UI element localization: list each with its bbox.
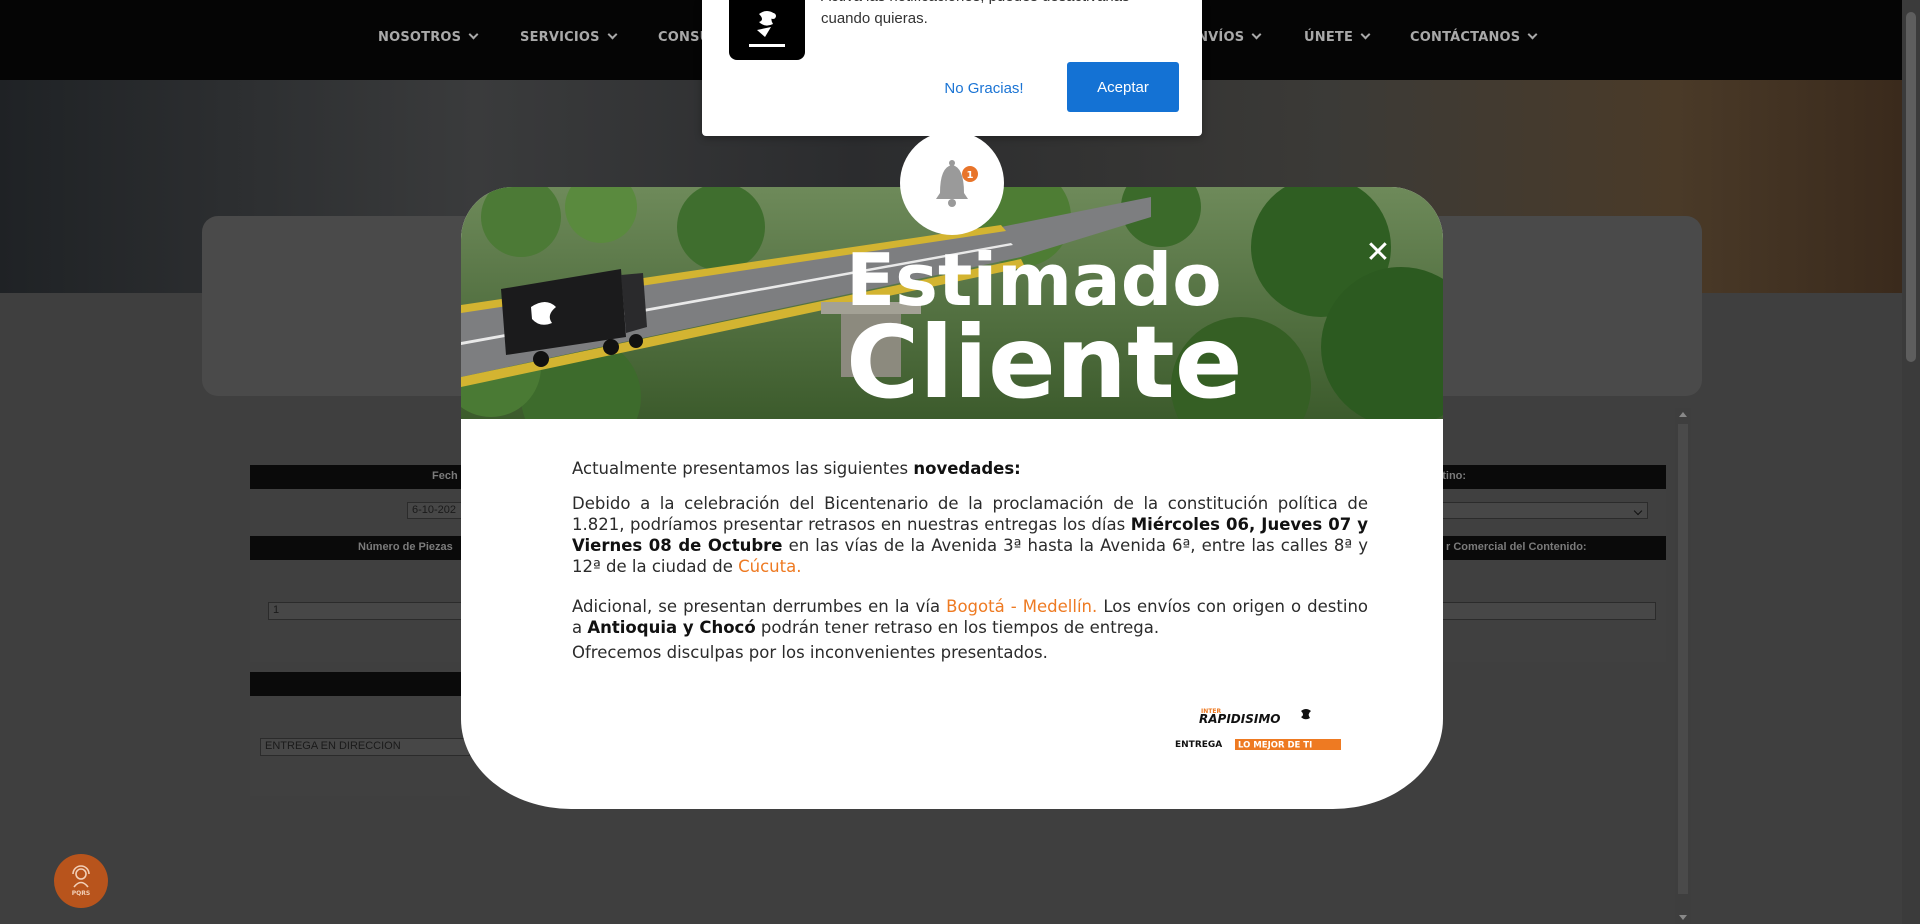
- brand-name: RAPIDISIMO: [1199, 712, 1280, 726]
- destination-select[interactable]: [1420, 502, 1648, 519]
- declared-value-input[interactable]: [1430, 602, 1656, 620]
- intro-text: Actualmente presentamos las siguientes: [572, 459, 909, 478]
- pieces-header: Número de Piezas: [358, 541, 453, 553]
- nav-item-servicios[interactable]: SERVICIOS: [520, 29, 618, 45]
- nav-item-unete[interactable]: ÚNETE: [1304, 29, 1371, 45]
- landslide-paragraph: Adicional, se presentan derrumbes en la …: [572, 596, 1368, 638]
- announcement-modal: Estimado Cliente ✕ Actualmente presentam…: [461, 187, 1443, 809]
- bell-icon: 1: [936, 160, 978, 207]
- chevron-down-icon: [1527, 29, 1538, 40]
- page-scrollbar[interactable]: [1902, 0, 1920, 924]
- page-scroll-thumb[interactable]: [1906, 12, 1916, 362]
- landslide-text: Adicional, se presentan derrumbes en la …: [572, 597, 941, 616]
- accept-notifications-button[interactable]: Aceptar: [1067, 62, 1179, 112]
- intro-bold: novedades:: [913, 459, 1021, 478]
- closure-city: Cúcuta.: [738, 557, 802, 576]
- shipment-date-input[interactable]: 6-10-202: [407, 502, 467, 519]
- pieces-input[interactable]: 1: [268, 602, 468, 620]
- slogan-highlight: LO MEJOR DE TI: [1238, 741, 1312, 751]
- notification-message: Activa las notificaciones, puedes desact…: [821, 0, 1130, 27]
- chevron-down-icon: [1251, 29, 1262, 40]
- apology-paragraph: Ofrecemos disculpas por los inconvenient…: [572, 643, 1048, 662]
- pqrs-label: PQRS: [71, 890, 91, 897]
- nav-label: CONTÁCTANOS: [1410, 30, 1521, 45]
- chevron-down-icon: [1360, 29, 1371, 40]
- pqrs-button[interactable]: PQRS: [54, 854, 108, 908]
- badge-count: 1: [967, 170, 974, 181]
- landslide-text-3: podrán tener retraso en los tiempos de e…: [760, 618, 1160, 637]
- intro-paragraph: Actualmente presentamos las siguientes n…: [572, 458, 1368, 479]
- form-header-row-3: [250, 672, 470, 696]
- nav-label: ÚNETE: [1304, 30, 1354, 45]
- push-notification-prompt: Activa las notificaciones, puedes desact…: [702, 0, 1202, 136]
- slogan-text: ENTREGA: [1175, 740, 1222, 750]
- notification-bell-button[interactable]: 1: [900, 131, 1004, 235]
- content-scroll-thumb[interactable]: [1678, 424, 1688, 894]
- nav-item-contactanos[interactable]: CONTÁCTANOS: [1410, 29, 1538, 45]
- closure-notice-paragraph: Debido a la celebración del Bicentenario…: [572, 493, 1368, 577]
- delivery-type-select[interactable]: ENTREGA EN DIRECCION: [260, 738, 470, 756]
- rapidisimo-logo: [729, 0, 805, 60]
- decline-notifications-button[interactable]: No Gracias!: [924, 70, 1044, 106]
- nav-label: NOSOTROS: [378, 30, 462, 45]
- support-agent-icon: [72, 865, 90, 888]
- content-scrollbar[interactable]: [1675, 408, 1691, 924]
- close-modal-button[interactable]: ✕: [1364, 238, 1392, 268]
- rapidisimo-brand-logo: INTER RAPIDISIMO ENTREGA LO MEJOR DE TI: [1175, 708, 1341, 751]
- affected-route: Bogotá - Medellín.: [946, 597, 1098, 616]
- affected-regions: Antioquia y Chocó: [587, 618, 756, 637]
- banner-title-line-2: Cliente: [846, 304, 1243, 419]
- nav-item-nosotros[interactable]: NOSOTROS: [378, 29, 479, 45]
- scroll-up-arrow[interactable]: [1679, 412, 1687, 417]
- chevron-down-icon: [468, 29, 479, 40]
- date-header: Fech: [432, 470, 458, 482]
- nav-label: SERVICIOS: [520, 30, 600, 45]
- declared-value-header: r Comercial del Contenido:: [1446, 541, 1587, 553]
- chevron-down-icon: [607, 29, 618, 40]
- scroll-down-arrow[interactable]: [1679, 915, 1687, 920]
